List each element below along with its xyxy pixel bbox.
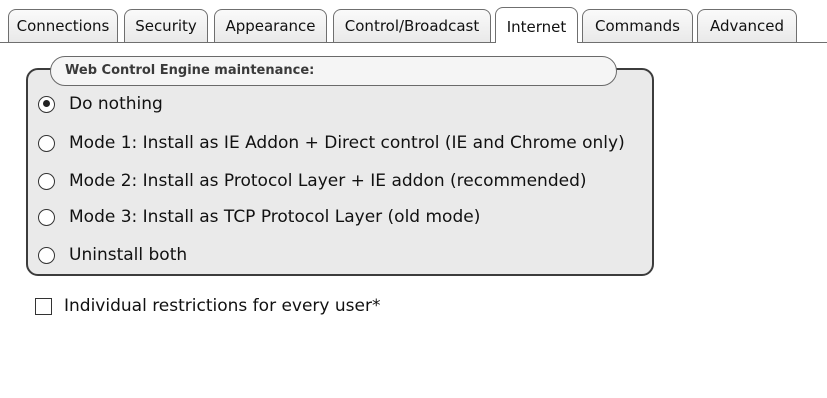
tab-appearance[interactable]: Appearance	[214, 9, 327, 42]
radio-label: Mode 1: Install as IE Addon + Direct con…	[69, 133, 625, 153]
radio-option-mode-3[interactable]: Mode 3: Install as TCP Protocol Layer (o…	[38, 204, 480, 230]
radio-button-selected[interactable]	[38, 95, 55, 113]
individual-restrictions-checkbox[interactable]	[35, 297, 52, 315]
tab-control-broadcast[interactable]: Control/Broadcast	[333, 9, 491, 42]
radio-label: Mode 3: Install as TCP Protocol Layer (o…	[69, 207, 481, 227]
radio-option-uninstall-both[interactable]: Uninstall both	[38, 242, 187, 268]
radio-label: Uninstall both	[69, 245, 188, 265]
radio-button[interactable]	[38, 246, 55, 264]
radio-label: Do nothing	[69, 94, 163, 114]
tab-internet[interactable]: Internet	[495, 7, 578, 43]
individual-restrictions-option[interactable]: Individual restrictions for every user*	[35, 294, 380, 318]
tab-strip: Connections Security Appearance Control/…	[0, 0, 827, 44]
tab-commands[interactable]: Commands	[582, 9, 693, 42]
radio-option-do-nothing[interactable]: Do nothing	[38, 91, 163, 117]
radio-button[interactable]	[38, 172, 55, 190]
radio-button[interactable]	[38, 134, 55, 152]
group-title: Web Control Engine maintenance:	[50, 56, 617, 86]
radio-option-mode-1[interactable]: Mode 1: Install as IE Addon + Direct con…	[38, 130, 625, 156]
radio-button[interactable]	[38, 208, 55, 226]
tab-advanced[interactable]: Advanced	[697, 9, 797, 42]
radio-option-mode-2[interactable]: Mode 2: Install as Protocol Layer + IE a…	[38, 168, 587, 194]
tab-connections[interactable]: Connections	[8, 9, 118, 42]
tab-security[interactable]: Security	[124, 9, 208, 42]
checkbox-label: Individual restrictions for every user*	[64, 296, 381, 316]
radio-label: Mode 2: Install as Protocol Layer + IE a…	[69, 171, 587, 191]
